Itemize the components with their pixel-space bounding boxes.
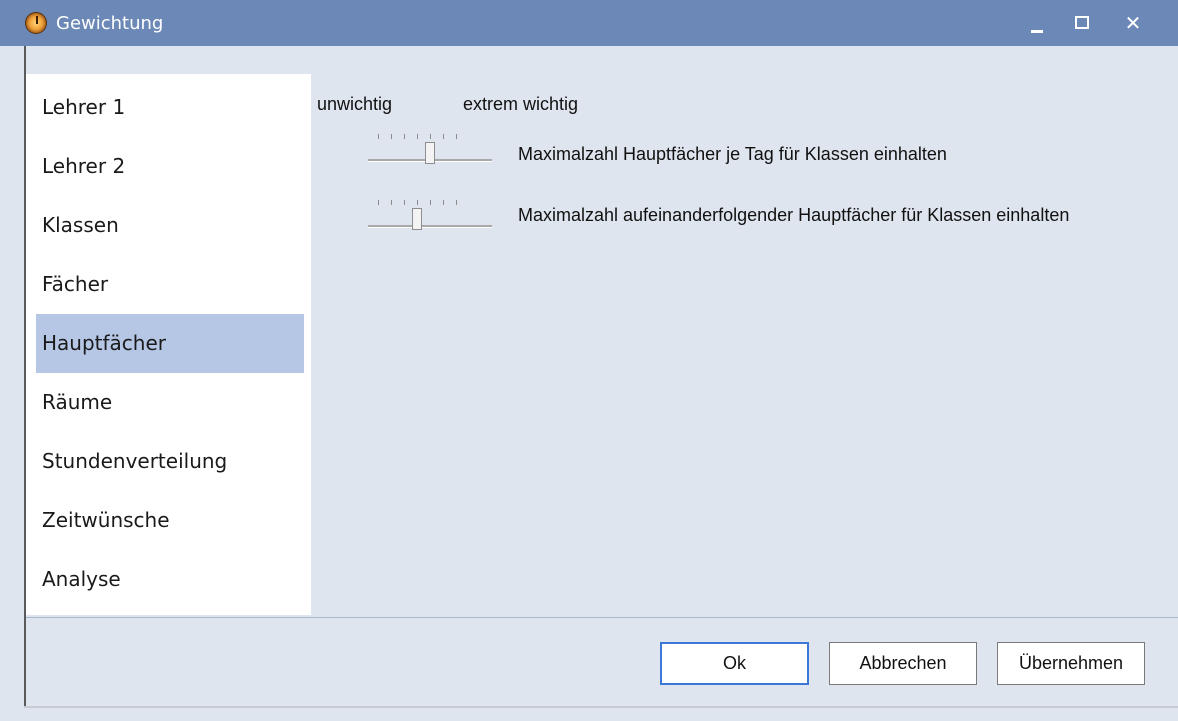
weight-slider-max-consecutive[interactable]	[364, 196, 492, 240]
slider-thumb[interactable]	[412, 208, 422, 230]
scale-low-label: unwichtig	[317, 94, 393, 114]
window-bottom-border	[24, 706, 1178, 708]
nav-item-hauptfaecher[interactable]: Hauptfächer	[36, 314, 304, 373]
slider-tick	[430, 200, 431, 205]
nav-item-zeitwuensche[interactable]: Zeitwünsche	[36, 491, 304, 550]
category-list: Lehrer 1 Lehrer 2 Klassen Fächer Hauptfä…	[26, 74, 311, 615]
slider-tick	[391, 200, 392, 205]
weight-label-max-per-day: Maximalzahl Hauptfächer je Tag für Klass…	[518, 144, 947, 164]
window-title: Gewichtung	[56, 13, 164, 34]
close-icon: ✕	[1124, 11, 1142, 35]
nav-item-lehrer-2[interactable]: Lehrer 2	[36, 137, 304, 196]
nav-item-klassen[interactable]: Klassen	[36, 196, 304, 255]
slider-tick	[391, 134, 392, 139]
weight-label-max-consecutive: Maximalzahl aufeinanderfolgender Hauptfä…	[518, 205, 1070, 225]
gewichtung-window: Gewichtung ✕ Lehrer 1 Lehrer 2 Klassen F…	[0, 0, 1178, 721]
slider-tick	[456, 200, 457, 205]
title-bar[interactable]: Gewichtung ✕	[0, 0, 1178, 46]
maximize-icon	[1075, 16, 1089, 29]
ok-button[interactable]: Ok	[660, 642, 809, 685]
slider-tick	[417, 200, 418, 205]
slider-tick	[456, 134, 457, 139]
nav-item-lehrer-1[interactable]: Lehrer 1	[36, 78, 304, 137]
nav-item-raeume[interactable]: Räume	[36, 373, 304, 432]
slider-tick	[417, 134, 418, 139]
slider-tick	[404, 200, 405, 205]
app-clock-icon	[25, 12, 47, 34]
slider-tick	[378, 134, 379, 139]
nav-item-analyse[interactable]: Analyse	[36, 550, 304, 609]
slider-tick	[404, 134, 405, 139]
scale-high-label: extrem wichtig	[463, 94, 579, 114]
slider-tick	[430, 134, 431, 139]
maximize-button[interactable]	[1060, 0, 1106, 46]
slider-tick	[443, 134, 444, 139]
minimize-button[interactable]	[1014, 0, 1060, 46]
nav-item-faecher[interactable]: Fächer	[36, 255, 304, 314]
slider-thumb[interactable]	[425, 142, 435, 164]
weight-slider-max-per-day[interactable]	[364, 130, 492, 174]
nav-item-stundenverteilung[interactable]: Stundenverteilung	[36, 432, 304, 491]
slider-track[interactable]	[368, 225, 492, 228]
slider-tick	[378, 200, 379, 205]
cancel-button[interactable]: Abbrechen	[829, 642, 977, 685]
close-button[interactable]: ✕	[1110, 0, 1156, 46]
minimize-icon	[1031, 30, 1043, 33]
apply-button[interactable]: Übernehmen	[997, 642, 1145, 685]
slider-tick	[443, 200, 444, 205]
footer-separator	[26, 617, 1178, 618]
